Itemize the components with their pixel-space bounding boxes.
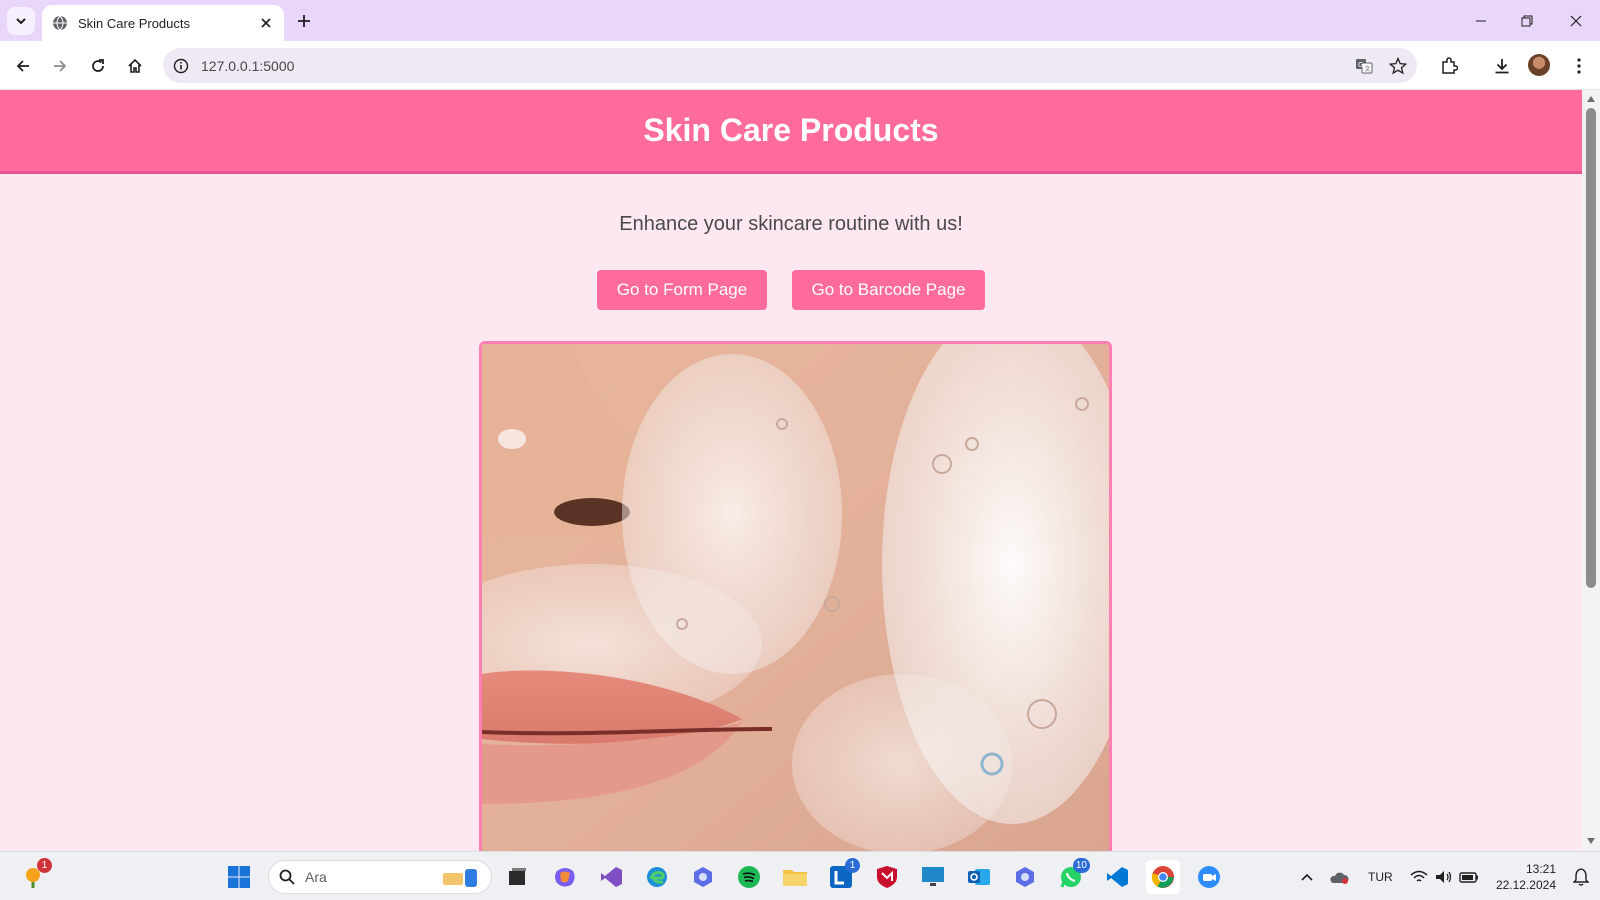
scroll-thumb[interactable] — [1586, 108, 1596, 588]
clock[interactable]: 13:21 22.12.2024 — [1492, 861, 1556, 893]
chevron-down-icon — [16, 18, 26, 25]
back-button[interactable] — [8, 51, 38, 81]
home-button[interactable] — [120, 51, 150, 81]
copilot-button[interactable] — [548, 860, 582, 894]
visual-studio-button[interactable] — [594, 860, 628, 894]
scroll-up-icon[interactable] — [1586, 94, 1596, 104]
spotify-icon — [738, 866, 760, 888]
file-explorer-button[interactable] — [778, 860, 812, 894]
url-text[interactable]: 127.0.0.1:5000 — [201, 58, 1349, 74]
page-title: Skin Care Products — [643, 112, 939, 148]
zoom-button[interactable] — [1192, 860, 1226, 894]
edge-icon — [647, 867, 667, 887]
translate-icon[interactable]: G文 — [1349, 51, 1379, 81]
tab-strip: Skin Care Products — [0, 0, 1600, 41]
notification-bell-icon[interactable] — [1564, 860, 1598, 894]
visual-studio-icon — [601, 867, 622, 887]
vscode-icon — [1107, 867, 1128, 887]
search-highlight-icon — [443, 869, 477, 887]
reload-button[interactable] — [83, 51, 113, 81]
window-close-button[interactable] — [1561, 6, 1591, 36]
tray-chevron-up-icon[interactable] — [1290, 860, 1324, 894]
remote-desktop-button[interactable] — [916, 860, 950, 894]
foam-face-image — [482, 344, 1109, 851]
whatsapp-button[interactable]: 10 — [1054, 858, 1090, 894]
copilot-icon — [555, 868, 575, 887]
shield-icon — [877, 866, 897, 888]
hexagon-app-2-button[interactable] — [1008, 860, 1042, 894]
forward-button[interactable] — [45, 51, 75, 81]
outlook-button[interactable] — [962, 860, 996, 894]
clock-date: 22.12.2024 — [1495, 878, 1556, 892]
edge-button[interactable] — [640, 860, 674, 894]
download-button[interactable] — [1487, 51, 1517, 81]
vscode-button[interactable] — [1100, 860, 1134, 894]
zoom-icon — [1198, 866, 1220, 888]
reload-icon — [92, 59, 104, 72]
taskbar-search[interactable]: Ara — [268, 860, 492, 894]
browser-menu-button[interactable] — [1564, 51, 1594, 81]
browser-toolbar: 127.0.0.1:5000 G文 — [0, 41, 1600, 90]
spotify-button[interactable] — [732, 860, 766, 894]
minimize-icon — [1476, 20, 1486, 22]
windows-icon — [228, 866, 250, 888]
star-icon[interactable] — [1383, 51, 1413, 81]
tab-title: Skin Care Products — [78, 15, 190, 31]
hero-image — [479, 341, 1112, 851]
folder-icon — [783, 870, 807, 886]
extensions-button[interactable] — [1434, 51, 1464, 81]
download-icon — [1495, 59, 1509, 74]
menu-icon — [1577, 58, 1581, 74]
task-view-button[interactable] — [500, 860, 534, 894]
notification-badge: 1 — [37, 858, 52, 873]
language-indicator[interactable]: TUR — [1368, 870, 1393, 884]
chrome-icon — [1151, 866, 1174, 888]
whatsapp-badge: 10 — [1072, 858, 1090, 873]
browser-tab[interactable]: Skin Care Products — [42, 5, 284, 41]
linkedin-button[interactable]: 1 — [824, 858, 860, 894]
restore-button[interactable] — [1512, 6, 1542, 36]
svg-text:G: G — [1358, 61, 1363, 69]
new-tab-button[interactable] — [291, 8, 317, 34]
linkedin-badge: 1 — [845, 858, 860, 873]
mcafee-button[interactable] — [870, 860, 904, 894]
page-scrollbar[interactable] — [1582, 90, 1600, 851]
monitor-icon — [922, 867, 944, 886]
close-icon[interactable] — [256, 13, 276, 33]
battery-icon[interactable] — [1452, 860, 1486, 894]
task-view-icon — [509, 868, 526, 885]
onedrive-icon[interactable] — [1322, 860, 1356, 894]
minimize-button[interactable] — [1466, 6, 1496, 36]
widgets-button[interactable]: 1 — [16, 858, 52, 894]
page-header: Skin Care Products — [0, 90, 1582, 174]
svg-text:文: 文 — [1365, 65, 1371, 73]
extensions-icon — [1442, 57, 1458, 74]
forward-icon — [54, 60, 67, 72]
hexagon-app-2-icon — [1016, 867, 1034, 887]
profile-avatar[interactable] — [1528, 54, 1550, 76]
plus-icon — [298, 15, 310, 27]
scroll-down-icon[interactable] — [1586, 836, 1596, 846]
clock-time: 13:21 — [1525, 862, 1556, 876]
hexagon-app-icon — [694, 867, 712, 887]
search-icon — [279, 869, 295, 885]
start-button[interactable] — [222, 860, 256, 894]
chrome-button[interactable] — [1146, 860, 1180, 894]
back-icon — [16, 60, 29, 72]
site-info-icon[interactable] — [167, 52, 195, 80]
outlook-icon — [968, 869, 990, 885]
window-close-icon — [1570, 15, 1582, 27]
search-placeholder: Ara — [305, 869, 327, 885]
restore-icon — [1521, 15, 1533, 27]
taskbar: 1 Ara 1 10 TUR 13:21 22.12.2024 — [0, 851, 1600, 900]
photos-button[interactable] — [686, 860, 720, 894]
form-page-button[interactable]: Go to Form Page — [597, 270, 767, 310]
tab-search-button[interactable] — [7, 7, 35, 35]
tagline: Enhance your skincare routine with us! — [619, 213, 963, 235]
home-icon — [128, 58, 142, 73]
barcode-page-button[interactable]: Go to Barcode Page — [792, 270, 985, 310]
address-bar[interactable]: 127.0.0.1:5000 G文 — [163, 48, 1417, 83]
globe-icon — [52, 15, 68, 31]
